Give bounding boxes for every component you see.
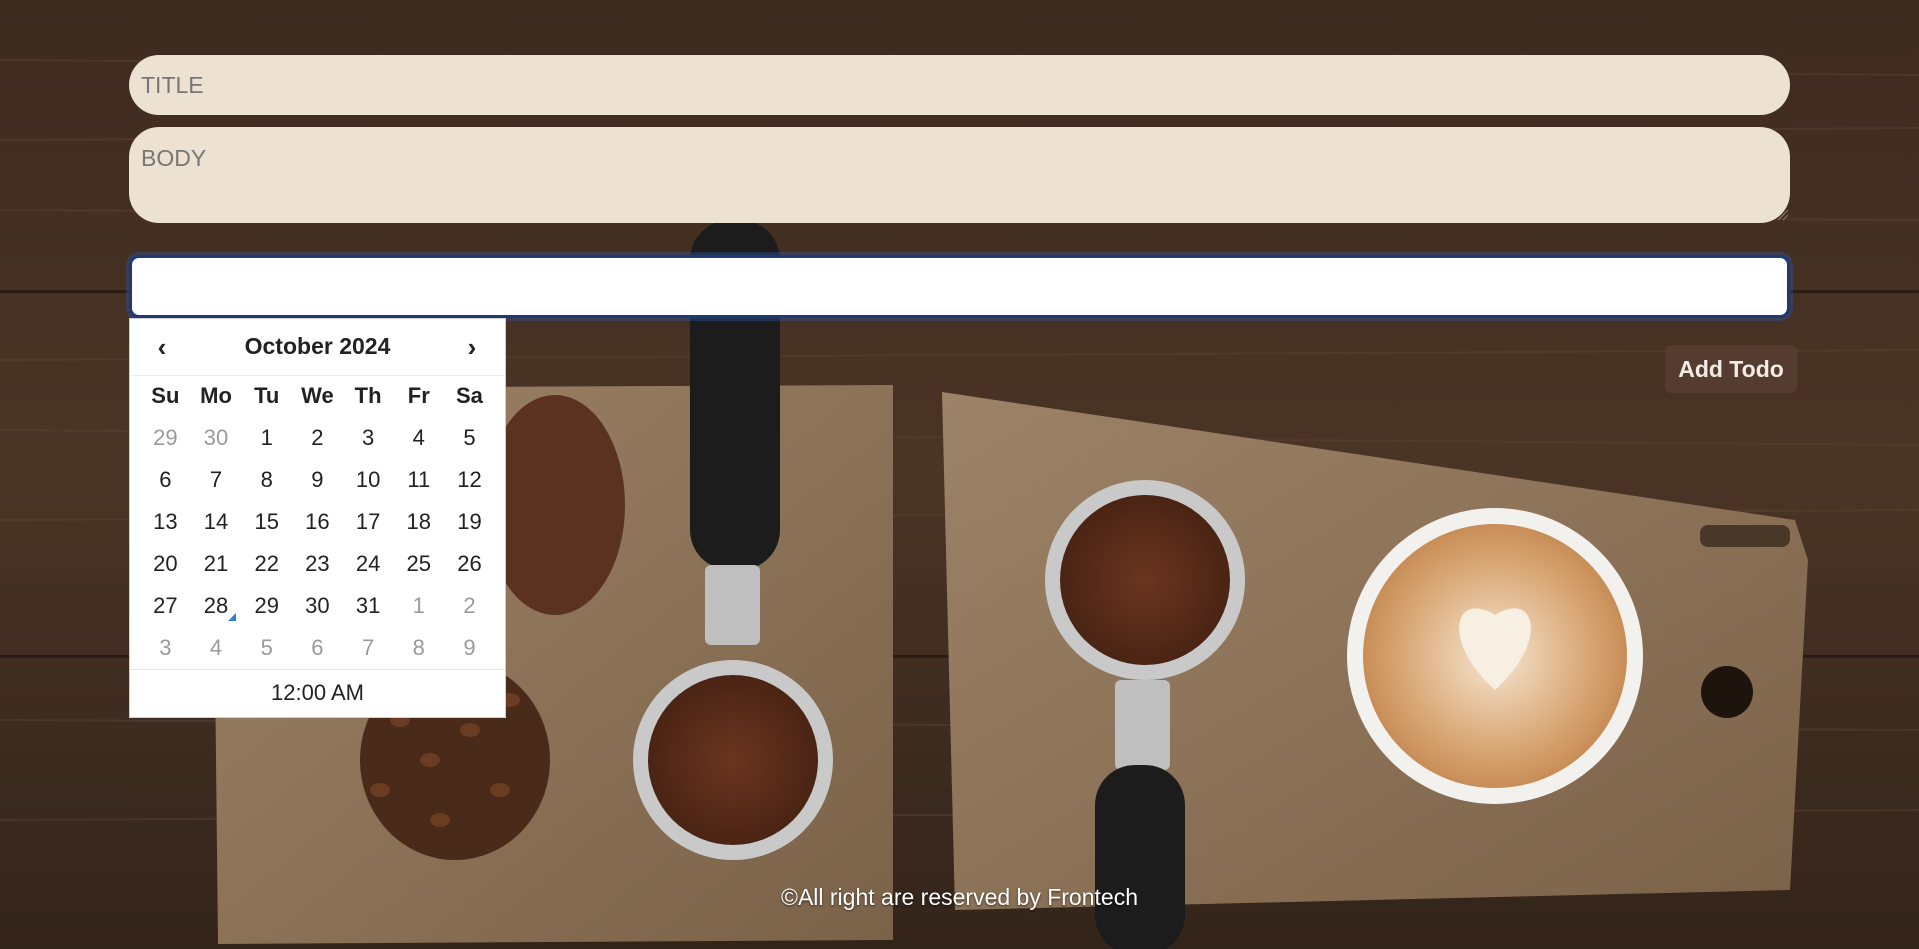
weekday-header-row: Su Mo Tu We Th Fr Sa [140, 375, 495, 417]
calendar-day[interactable]: 1 [241, 417, 292, 459]
calendar-day[interactable]: 2 [444, 585, 495, 627]
calendar-day[interactable]: 27 [140, 585, 191, 627]
calendar-week-row: 6 7 8 9 10 11 12 [140, 459, 495, 501]
calendar-day[interactable]: 19 [444, 501, 495, 543]
weekday-label: Th [354, 383, 382, 408]
calendar-day[interactable]: 8 [393, 627, 444, 669]
calendar-day[interactable]: 26 [444, 543, 495, 585]
next-month-button[interactable]: › [456, 331, 488, 363]
calendar-day[interactable]: 4 [393, 417, 444, 459]
weekday-label: Su [151, 383, 180, 408]
calendar-day[interactable]: 25 [393, 543, 444, 585]
weekday-label: Tu [254, 383, 280, 408]
calendar-day[interactable]: 11 [393, 459, 444, 501]
calendar-day[interactable]: 15 [241, 501, 292, 543]
calendar-week-row: 29 30 1 2 3 4 5 [140, 417, 495, 459]
calendar-day[interactable]: 24 [343, 543, 394, 585]
calendar-day[interactable]: 22 [241, 543, 292, 585]
calendar-day[interactable]: 6 [292, 627, 343, 669]
calendar-day[interactable]: 14 [191, 501, 242, 543]
datepicker-header: ‹ October 2024 › [130, 319, 505, 375]
calendar-week-row: 27 28 29 30 31 1 2 [140, 585, 495, 627]
calendar-day[interactable]: 1 [393, 585, 444, 627]
weekday-label: Sa [456, 383, 483, 408]
calendar-day[interactable]: 9 [444, 627, 495, 669]
calendar-week-row: 13 14 15 16 17 18 19 [140, 501, 495, 543]
calendar-day[interactable]: 29 [140, 417, 191, 459]
calendar-day[interactable]: 18 [393, 501, 444, 543]
calendar-day[interactable]: 2 [292, 417, 343, 459]
calendar-day[interactable]: 3 [343, 417, 394, 459]
textarea-resize-handle[interactable] [1778, 210, 1788, 220]
calendar-day[interactable]: 12 [444, 459, 495, 501]
calendar-day[interactable]: 9 [292, 459, 343, 501]
calendar-day[interactable]: 10 [343, 459, 394, 501]
calendar-day[interactable]: 21 [191, 543, 242, 585]
calendar-day[interactable]: 29 [241, 585, 292, 627]
calendar-day-today[interactable]: 28 [191, 585, 242, 627]
calendar-day[interactable]: 30 [191, 417, 242, 459]
weekday-label: Fr [407, 383, 430, 408]
calendar-day[interactable]: 5 [241, 627, 292, 669]
calendar-day[interactable]: 17 [343, 501, 394, 543]
calendar-day[interactable]: 7 [191, 459, 242, 501]
calendar-day[interactable]: 13 [140, 501, 191, 543]
datepicker-popup: ‹ October 2024 › Su Mo Tu We Th Fr Sa 29 30 1 2 3 4 5… [129, 318, 506, 718]
calendar-day[interactable]: 6 [140, 459, 191, 501]
calendar-day[interactable]: 5 [444, 417, 495, 459]
month-year-label[interactable]: October 2024 [130, 333, 505, 360]
footer-copyright: ©All right are reserved by Frontech [781, 884, 1138, 910]
calendar-day[interactable]: 31 [343, 585, 394, 627]
date-time-input[interactable] [129, 255, 1790, 318]
calendar-day[interactable]: 8 [241, 459, 292, 501]
calendar-grid: Su Mo Tu We Th Fr Sa 29 30 1 2 3 4 5 6 7 8 9 10 11 12 13 14 15 1… [140, 375, 495, 669]
calendar-day[interactable]: 7 [343, 627, 394, 669]
body-input[interactable] [129, 127, 1790, 223]
time-selector[interactable]: 12:00 AM [130, 670, 505, 716]
calendar-day[interactable]: 3 [140, 627, 191, 669]
calendar-day[interactable]: 16 [292, 501, 343, 543]
calendar-day[interactable]: 4 [191, 627, 242, 669]
add-todo-button[interactable]: Add Todo [1665, 345, 1797, 393]
calendar-week-row: 3456789 [140, 627, 495, 669]
calendar-week-row: 20 21 22 23 24 25 26 [140, 543, 495, 585]
weekday-label: Mo [200, 383, 232, 408]
weekday-label: We [301, 383, 334, 408]
calendar-day[interactable]: 23 [292, 543, 343, 585]
calendar-day[interactable]: 30 [292, 585, 343, 627]
title-input[interactable] [129, 55, 1790, 115]
calendar-day[interactable]: 20 [140, 543, 191, 585]
